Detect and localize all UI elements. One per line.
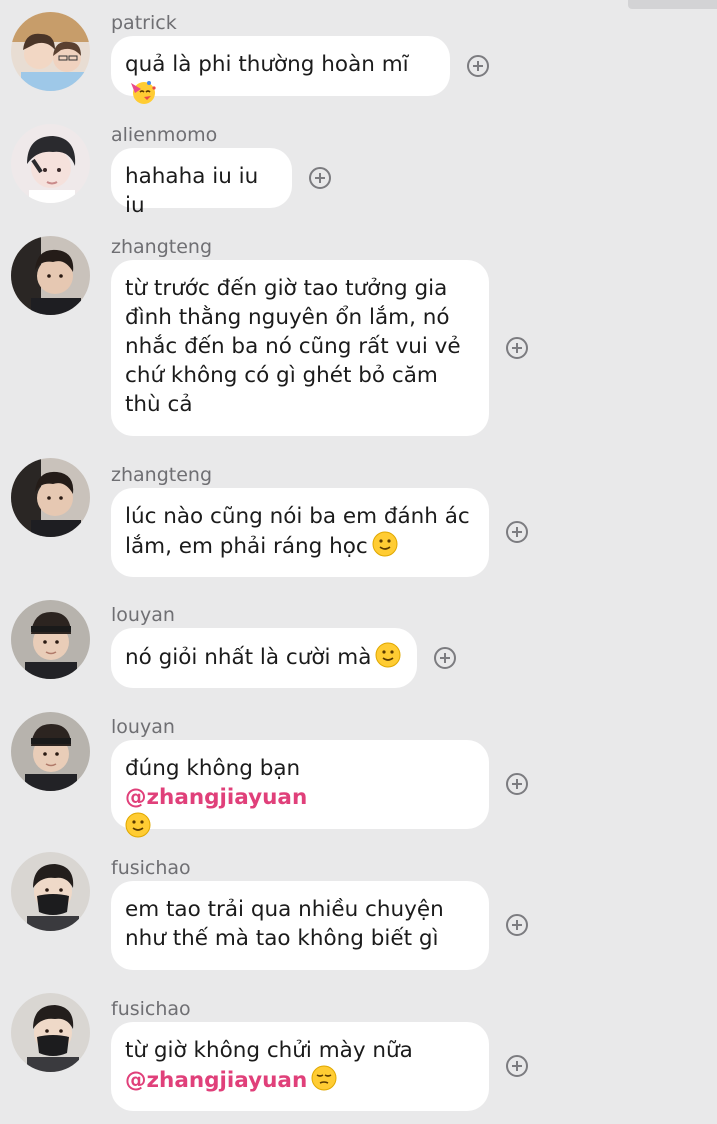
avatar-zhangteng[interactable] <box>11 236 90 315</box>
message-text: hahaha iu iu iu <box>125 164 259 218</box>
add-reaction-icon[interactable] <box>434 647 456 669</box>
message-bubble[interactable]: lúc nào cũng nói ba em đánh ác lắm, em p… <box>111 488 489 577</box>
pensive-face-icon <box>311 1065 337 1099</box>
slight-smile-icon <box>375 642 401 676</box>
message-bubble[interactable]: hahaha iu iu iu <box>111 148 292 218</box>
add-reaction-icon[interactable] <box>506 773 528 795</box>
message-text: từ trước đến giờ tao tưởng gia đình thằn… <box>125 276 461 417</box>
username: zhangteng <box>111 236 213 258</box>
avatar-patrick[interactable] <box>11 12 90 91</box>
username: louyan <box>111 604 175 626</box>
message-bubble[interactable]: đúng không bạn @zhangjiayuan <box>111 740 489 838</box>
message-bubble[interactable]: từ trước đến giờ tao tưởng gia đình thằn… <box>111 260 489 436</box>
message-bubble[interactable]: nó giỏi nhất là cười mà <box>111 628 417 688</box>
mention-link[interactable]: @zhangjiayuan <box>125 1068 307 1093</box>
top-tab-edge <box>628 0 717 9</box>
message-text: nó giỏi nhất là cười mà <box>125 645 372 670</box>
username: alienmomo <box>111 124 218 146</box>
message-text: em tao trải qua nhiều chuyện như thế mà … <box>125 897 444 951</box>
add-reaction-icon[interactable] <box>506 914 528 936</box>
add-reaction-icon[interactable] <box>506 521 528 543</box>
avatar-louyan[interactable] <box>11 712 90 791</box>
message-text: lúc nào cũng nói ba em đánh ác lắm, em p… <box>125 504 470 559</box>
message-text: đúng không bạn <box>125 756 301 781</box>
add-reaction-icon[interactable] <box>506 337 528 359</box>
message-text: từ giờ không chửi mày nữa <box>125 1038 413 1063</box>
username: fusichao <box>111 998 191 1020</box>
username: patrick <box>111 12 177 34</box>
party-face-icon <box>129 79 157 113</box>
slight-smile-icon <box>125 812 151 846</box>
avatar-fusichao[interactable] <box>11 852 90 931</box>
avatar-zhangteng[interactable] <box>11 458 90 537</box>
add-reaction-icon[interactable] <box>467 55 489 77</box>
add-reaction-icon[interactable] <box>506 1055 528 1077</box>
slight-smile-icon <box>372 531 398 565</box>
username: zhangteng <box>111 464 213 486</box>
username: louyan <box>111 716 175 738</box>
avatar-fusichao[interactable] <box>11 993 90 1072</box>
message-text: quả là phi thường hoàn mĩ <box>125 52 409 77</box>
message-bubble[interactable]: từ giờ không chửi mày nữa @zhangjiayuan <box>111 1022 489 1111</box>
username: fusichao <box>111 857 191 879</box>
avatar-alienmomo[interactable] <box>11 124 90 203</box>
avatar-louyan[interactable] <box>11 600 90 679</box>
add-reaction-icon[interactable] <box>309 167 331 189</box>
mention-link[interactable]: @zhangjiayuan <box>125 785 307 810</box>
message-bubble[interactable]: quả là phi thường hoàn mĩ <box>111 36 450 104</box>
message-bubble[interactable]: em tao trải qua nhiều chuyện như thế mà … <box>111 881 489 970</box>
